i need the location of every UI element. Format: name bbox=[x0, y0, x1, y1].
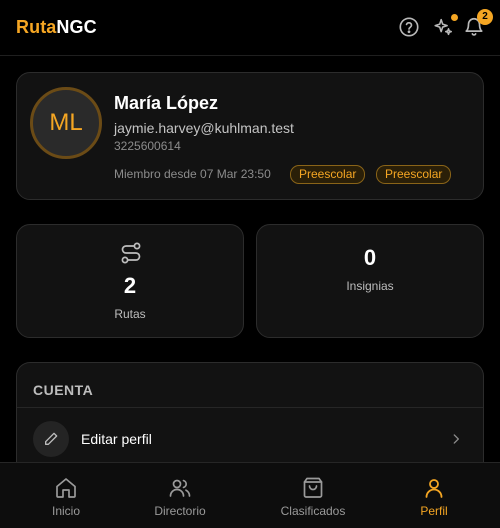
route-icon bbox=[119, 241, 143, 265]
brand-part-2: NGC bbox=[56, 17, 97, 37]
member-since: Miembro desde 07 Mar 23:50 bbox=[114, 167, 271, 181]
user-icon bbox=[425, 479, 443, 498]
chevron-right-icon bbox=[449, 432, 463, 446]
badges-stat-card[interactable]: 0 Insignias bbox=[256, 224, 484, 338]
badges-label: Insignias bbox=[346, 279, 394, 293]
help-button[interactable] bbox=[398, 16, 422, 40]
profile-phone: 3225600614 bbox=[114, 139, 181, 153]
nav-item-inicio[interactable]: Inicio bbox=[16, 463, 116, 528]
nav-label: Perfil bbox=[420, 504, 448, 518]
nav-label: Inicio bbox=[51, 504, 80, 518]
notification-count-badge: 2 bbox=[477, 9, 493, 25]
bottom-navigation: Inicio Directorio Clasificados Perfil bbox=[0, 462, 500, 528]
help-circle-icon bbox=[399, 17, 419, 37]
account-section-title: CUENTA bbox=[33, 382, 94, 398]
nav-item-directorio[interactable]: Directorio bbox=[130, 463, 230, 528]
shopping-bag-icon bbox=[303, 477, 323, 498]
users-icon bbox=[169, 479, 191, 497]
avatar: ML bbox=[30, 87, 102, 159]
profile-name: María López bbox=[114, 93, 219, 113]
profile-email: jaymie.harvey@kuhlman.test bbox=[114, 120, 294, 136]
brand-part-1: Ruta bbox=[16, 17, 57, 37]
nav-label: Directorio bbox=[154, 504, 206, 518]
brand-logo[interactable]: RutaNGC bbox=[16, 17, 97, 38]
app-header: RutaNGC 2 bbox=[0, 0, 500, 56]
nav-item-clasificados[interactable]: Clasificados bbox=[263, 463, 363, 528]
profile-card: ML María López jaymie.harvey@kuhlman.tes… bbox=[16, 72, 484, 200]
routes-stat-card[interactable]: 2 Rutas bbox=[16, 224, 244, 338]
routes-label: Rutas bbox=[114, 307, 146, 321]
edit-profile-label: Editar perfil bbox=[81, 431, 152, 447]
new-indicator-dot bbox=[451, 14, 458, 21]
badges-count: 0 bbox=[363, 245, 377, 270]
nav-label: Clasificados bbox=[280, 504, 346, 518]
edit-profile-row[interactable]: Editar perfil bbox=[17, 408, 483, 470]
nav-item-perfil[interactable]: Perfil bbox=[384, 463, 484, 528]
grade-tag: Preescolar bbox=[376, 165, 452, 184]
pencil-icon bbox=[33, 421, 69, 457]
sparkles-button[interactable] bbox=[432, 14, 458, 40]
home-icon bbox=[56, 478, 76, 498]
routes-count: 2 bbox=[123, 273, 137, 298]
notifications-button[interactable]: 2 bbox=[463, 9, 493, 40]
grade-tag: Preescolar bbox=[290, 165, 366, 184]
